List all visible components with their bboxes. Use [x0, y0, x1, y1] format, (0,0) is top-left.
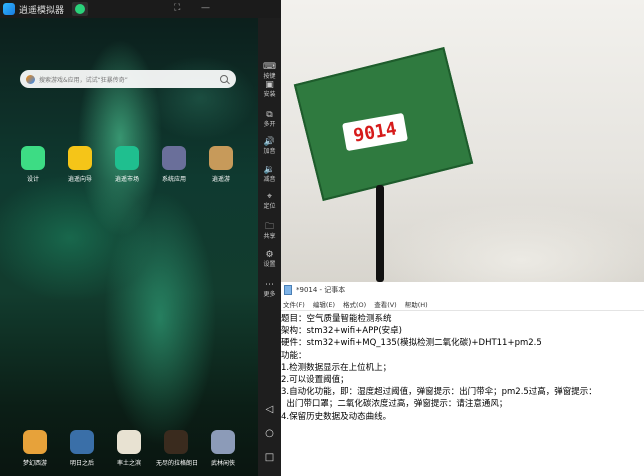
dock-app[interactable]: 明日之后	[62, 430, 102, 467]
notepad-text-area[interactable]: 题目：空气质量智能检测系统 架构：stm32+wifi+APP(安卓) 硬件：stm…	[281, 311, 644, 423]
toolbar-button[interactable]: ⋯ 更多	[258, 280, 281, 299]
app-shortcut[interactable]: 逍遥向导	[60, 146, 100, 183]
fullscreen-icon[interactable]: ⛶	[174, 3, 180, 13]
toolbar-button[interactable]: 🔉 减音	[258, 165, 281, 184]
emulator-titlebar: 逍遥模拟器 ⛶ —	[0, 0, 281, 18]
toolbar-label: 安装	[263, 91, 276, 98]
app-label: 逍遥游	[211, 176, 230, 183]
app-label: 明日之后	[69, 460, 94, 467]
emulator-toolbar: ⌨ 按键 ▣ 安装 ⧉ 多开 🔊 加音 🔉 减音 ⌖ 定位 🗀 共享 ⚙ 设置 ⋯ 更多 ◁ ○ □	[258, 18, 281, 476]
text-line: 3.自动化功能，即：湿度超过阈值，弹窗提示：出门带伞；pm2.5过高，弹窗提示：	[281, 387, 597, 398]
toolbar-label: 多开	[263, 121, 276, 128]
emulator-window: 逍遥模拟器 ⛶ — 搜索游戏&应用，试试“狂暴传奇” 设计 逍遥向导 逍遥市场 系统应…	[0, 0, 281, 476]
search-logo-icon	[26, 74, 35, 84]
toolbar-icon: ⧉	[266, 110, 273, 120]
recent-apps-icon[interactable]: □	[258, 452, 281, 463]
app-shortcut[interactable]: 系统应用	[154, 146, 194, 183]
text-line: 架构：stm32+wifi+APP(安卓)	[281, 326, 402, 337]
toolbar-button[interactable]: ⌖ 定位	[258, 192, 281, 211]
game-icon	[117, 430, 141, 454]
home-tab-icon	[75, 4, 86, 14]
app-label: 系统应用	[161, 176, 186, 183]
menu-item[interactable]: 查看(V)	[374, 299, 397, 309]
dock-app[interactable]: 无尽的拉格朗日	[156, 430, 199, 467]
game-icon	[211, 430, 235, 454]
toolbar-label: 定位	[263, 203, 276, 210]
home-icon[interactable]: ○	[258, 428, 281, 439]
notepad-title: *9014 - 记事本	[296, 286, 346, 294]
toolbar-label: 减音	[263, 176, 276, 183]
menu-item[interactable]: 编辑(E)	[313, 299, 335, 309]
sticker-text: 9014	[351, 117, 399, 147]
toolbar-label: 设置	[263, 261, 276, 268]
text-line: 功能：	[281, 350, 307, 361]
game-icon	[209, 146, 233, 170]
toolbar-button[interactable]: 🗀 共享	[258, 222, 281, 241]
app-label: 逍遥向导	[67, 176, 92, 183]
app-label: 率土之滨	[116, 460, 141, 467]
lightbulb-icon	[68, 146, 92, 170]
toolbar-icon: 🗀	[264, 222, 274, 232]
toolbar-icon: 🔊	[263, 137, 276, 147]
menu-item[interactable]: 格式(O)	[343, 299, 366, 309]
minimize-icon[interactable]: —	[201, 3, 210, 13]
text-line: 2.可以设置阈值；	[281, 375, 349, 386]
notepad-icon	[284, 285, 292, 295]
toolbar-icon: ⋯	[265, 280, 274, 290]
text-line: 硬件：stm32+wifi+MQ_135(模拟检测二氧化碳)+DHT11+pm2…	[281, 338, 542, 349]
notepad-window: *9014 - 记事本 文件(F) 编辑(E) 格式(O) 查看(V) 帮助(H) 题目…	[281, 282, 644, 476]
app-label: 无尽的拉格朗日	[156, 460, 199, 467]
app-shortcut[interactable]: 逍遥市场	[107, 146, 147, 183]
emulator-logo-icon	[3, 3, 15, 15]
android-home-screen: 搜索游戏&应用，试试“狂暴传奇” 设计 逍遥向导 逍遥市场 系统应用 逍遥游 梦幻西游 明…	[0, 18, 258, 476]
text-line: 题目：空气质量智能检测系统	[281, 314, 392, 324]
toolbar-button[interactable]: ⚙ 设置	[258, 250, 281, 269]
app-shortcut[interactable]: 逍遥游	[201, 146, 241, 183]
text-line: 1.检测数据显示在上位机上；	[281, 362, 392, 373]
back-icon[interactable]: ◁	[258, 404, 281, 415]
text-line: 出门带口罩；二氧化碳浓度过高，弹窗提示：请注意通风；	[281, 399, 508, 410]
emulator-title: 逍遥模拟器	[19, 5, 65, 16]
toolbar-button[interactable]: ⧉ 多开	[258, 110, 281, 129]
camera-photo: 9014	[281, 0, 644, 282]
notepad-titlebar: *9014 - 记事本	[281, 282, 644, 298]
toolbar-button[interactable]: 🔊 加音	[258, 137, 281, 156]
menu-item[interactable]: 帮助(H)	[405, 299, 428, 309]
app-label: 梦幻西游	[22, 460, 47, 467]
game-icon	[70, 430, 94, 454]
toolbar-icon: ⌖	[266, 192, 273, 202]
text-line: 4.保留历史数据及动态曲线。	[281, 411, 392, 422]
store-icon	[115, 146, 139, 170]
android-icon	[21, 146, 45, 170]
toolbar-icon: ⌨	[263, 62, 276, 72]
app-shortcut[interactable]: 设计	[13, 146, 53, 183]
dock-app[interactable]: 梦幻西游	[15, 430, 55, 467]
toolbar-label: 更多	[263, 291, 276, 298]
search-icon[interactable]	[220, 75, 228, 83]
toolbar-label: 共享	[263, 233, 276, 240]
system-apps-icon	[162, 146, 186, 170]
toolbar-button[interactable]: ▣ 安装	[258, 80, 281, 99]
app-label: 设计	[26, 176, 39, 183]
app-label: 逍遥市场	[114, 176, 139, 183]
toolbar-button[interactable]: ⌨ 按键	[258, 62, 281, 81]
home-tab[interactable]	[72, 2, 89, 16]
dock-app[interactable]: 武林闲侠	[203, 430, 243, 467]
toolbar-icon: 🔉	[263, 165, 276, 175]
search-bar[interactable]: 搜索游戏&应用，试试“狂暴传奇”	[20, 70, 236, 88]
toolbar-label: 加音	[263, 148, 276, 155]
menu-item[interactable]: 文件(F)	[283, 299, 305, 309]
search-placeholder: 搜索游戏&应用，试试“狂暴传奇”	[39, 76, 128, 84]
app-label: 武林闲侠	[210, 460, 235, 467]
usb-cable	[376, 185, 384, 282]
game-icon	[23, 430, 47, 454]
toolbar-icon: ▣	[265, 80, 274, 90]
game-icon	[164, 430, 188, 454]
toolbar-icon: ⚙	[265, 250, 274, 260]
dock-app[interactable]: 率土之滨	[109, 430, 149, 467]
notepad-menubar: 文件(F) 编辑(E) 格式(O) 查看(V) 帮助(H)	[281, 298, 644, 311]
